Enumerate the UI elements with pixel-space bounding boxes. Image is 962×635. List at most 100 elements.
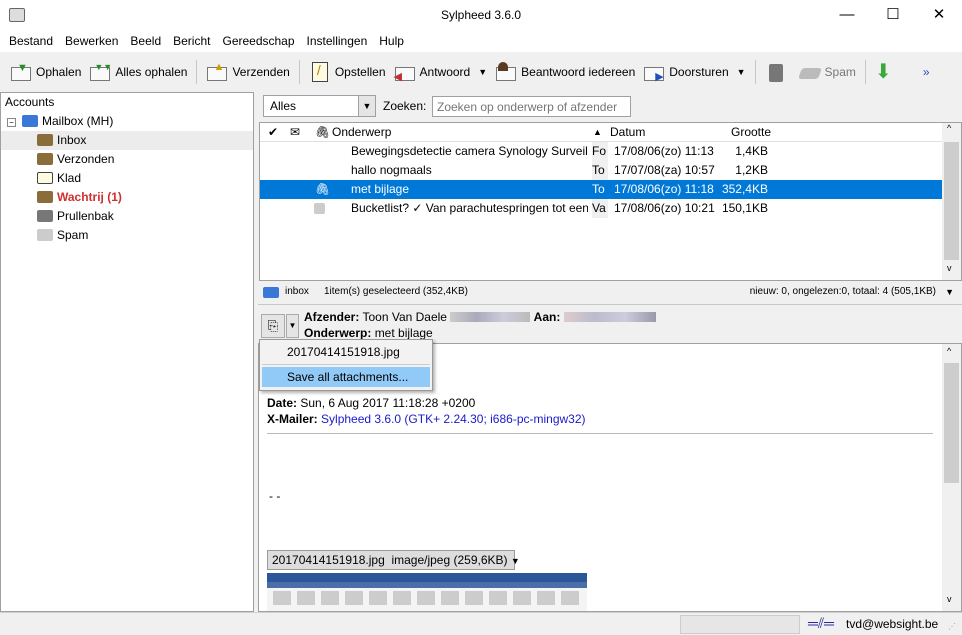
folder-status-bar: inbox 1item(s) geselecteerd (352,4KB) ni… [258, 283, 962, 301]
selection-info: 1item(s) geselecteerd (352,4KB) [324, 286, 468, 297]
chevron-down-icon: ▼ [358, 96, 375, 116]
row-date: 17/07/08(za) 10:57 [614, 163, 715, 177]
column-date[interactable]: Datum [610, 123, 645, 141]
row-size: 1,4KB [735, 144, 768, 158]
attachment-button[interactable]: ⎘ [261, 314, 285, 338]
compose-icon: / [309, 62, 331, 82]
opstellen-button[interactable]: / Opstellen [305, 57, 390, 87]
table-row[interactable]: Bewegingsdetectie camera Synology Survei… [260, 142, 942, 161]
attachment-column-icon[interactable]: 🖇 [315, 123, 330, 141]
spam-button[interactable]: Spam [795, 57, 860, 87]
row-subject: hallo nogmaals [351, 163, 432, 177]
scroll-down-icon[interactable]: v [947, 263, 952, 273]
alles-ophalen-label: Alles ophalen [115, 65, 188, 79]
doorsturen-dropdown-icon[interactable]: ▼ [737, 67, 746, 77]
body-scrollbar[interactable]: ^ v [942, 344, 961, 611]
folder-verzonden[interactable]: Verzonden [1, 150, 253, 169]
toolbar-separator [196, 60, 198, 84]
table-row[interactable]: 🖇 met bijlage To 17/08/06(zo) 11:18 352,4KB [260, 180, 942, 199]
folder-prullenbak[interactable]: Prullenbak [1, 207, 253, 226]
antwoord-button[interactable]: ◀ Antwoord ▼ [390, 57, 492, 87]
message-header-area: ⎘ ▼ Afzender: Toon Van Daele Aan: Onderw… [258, 304, 962, 342]
from-value: Toon Van Daele [362, 310, 447, 324]
account-label[interactable]: tvd@websight.be [846, 617, 938, 631]
folder-label: Wachtrij (1) [57, 190, 122, 204]
message-counts: nieuw: 0, ongelezen:0, totaal: 4 (505,1K… [749, 286, 936, 297]
row-date: 17/08/06(zo) 11:13 [614, 144, 714, 158]
menu-beeld[interactable]: Beeld [124, 32, 167, 52]
minimize-button[interactable]: — [824, 0, 870, 32]
delete-button[interactable] [761, 57, 795, 87]
attachment-dropdown-button[interactable]: ▼ [286, 314, 299, 338]
folder-spam[interactable]: Spam [1, 226, 253, 245]
folder-label: Inbox [57, 133, 87, 147]
table-row[interactable]: hallo nogmaals To 17/07/08(za) 10:57 1,2KB [260, 161, 942, 180]
toolbar-separator [754, 60, 756, 84]
folder-wachtrij[interactable]: Wachtrij (1) [1, 188, 253, 207]
row-date: 17/08/06(zo) 10:21 [614, 201, 715, 215]
scroll-up-icon[interactable]: ^ [947, 123, 951, 133]
save-all-attachments-item[interactable]: Save all attachments... [262, 367, 430, 387]
menu-gereedschap[interactable]: Gereedschap [216, 32, 300, 52]
attachment-menu-item[interactable]: 20170414151918.jpg [260, 340, 432, 363]
chevron-down-icon[interactable]: ▼ [945, 283, 954, 301]
attachment-image-preview[interactable] [267, 573, 587, 611]
resize-grip-icon[interactable]: ⋰ [948, 622, 956, 631]
to-label: Aan: [533, 310, 561, 324]
status-column-icon[interactable]: ✉ [290, 123, 300, 141]
header-divider [267, 433, 933, 434]
queue-icon [37, 191, 53, 203]
folder-klad[interactable]: Klad [1, 169, 253, 188]
ophalen-button[interactable]: ▼ Ophalen [6, 57, 85, 87]
list-header: ✔ ✉ 🖇 Onderwerp ▲ Datum Grootte [260, 123, 942, 142]
menu-bar: Bestand Bewerken Beeld Bericht Gereedsch… [0, 32, 962, 52]
menu-bewerken[interactable]: Bewerken [59, 32, 124, 52]
outbox-icon [37, 153, 53, 165]
mailbox-node[interactable]: − Mailbox (MH) [1, 112, 253, 131]
attachment-icon: 🖇 [315, 182, 331, 196]
menu-bericht[interactable]: Bericht [167, 32, 216, 52]
reply-all-icon [495, 62, 517, 82]
folder-inbox[interactable]: Inbox [1, 131, 253, 150]
menu-hulp[interactable]: Hulp [373, 32, 410, 52]
row-subject: met bijlage [351, 182, 410, 196]
doorsturen-button[interactable]: ▶ Doorsturen ▼ [639, 57, 749, 87]
maximize-button[interactable]: ☐ [870, 0, 916, 32]
collapse-icon[interactable]: − [7, 118, 16, 127]
trash-folder-icon [37, 210, 53, 222]
alles-ophalen-button[interactable]: ▼▼ Alles ophalen [85, 57, 191, 87]
toolbar-separator [864, 60, 866, 84]
attachment-menu: 20170414151918.jpg Save all attachments.… [259, 339, 433, 391]
next-unread-button[interactable]: ⬇ [871, 57, 905, 87]
receive-all-icon: ▼▼ [89, 62, 112, 82]
title-bar: Sylpheed 3.6.0 — ☐ ✕ [0, 0, 962, 32]
table-row[interactable]: Bucketlist? ✓ Van parachutespringen tot … [260, 199, 942, 218]
filter-select[interactable]: Alles ▼ [263, 95, 376, 117]
doorsturen-label: Doorsturen [669, 65, 729, 79]
spam-label: Spam [824, 65, 856, 79]
column-size[interactable]: Grootte [731, 123, 771, 141]
scroll-down-icon[interactable]: v [947, 594, 952, 604]
menu-instellingen[interactable]: Instellingen [301, 32, 374, 52]
column-subject[interactable]: Onderwerp [332, 123, 391, 141]
mark-column-icon[interactable]: ✔ [268, 123, 278, 141]
list-scrollbar[interactable]: ^ v [942, 123, 961, 280]
toolbar-overflow-button[interactable]: » [919, 57, 934, 87]
antwoord-dropdown-icon[interactable]: ▼ [478, 67, 487, 77]
xmailer-value: Sylpheed 3.6.0 (GTK+ 2.24.30; i686-pc-mi… [321, 412, 586, 426]
search-input[interactable] [432, 96, 631, 117]
row-size: 1,2KB [735, 163, 768, 177]
send-icon: ▲ [206, 61, 228, 82]
close-button[interactable]: ✕ [916, 0, 962, 32]
beantwoord-iedereen-button[interactable]: Beantwoord iedereen [491, 57, 639, 87]
online-plug-icon[interactable]: ═⫽═ [808, 615, 834, 632]
verzenden-button[interactable]: ▲ Verzenden [202, 57, 293, 87]
accounts-header: Accounts [5, 95, 55, 109]
menu-bestand[interactable]: Bestand [3, 32, 59, 52]
attachment-part-button[interactable]: 20170414151918.jpg image/jpeg (259,6KB) … [267, 550, 520, 570]
subject-label: Onderwerp: [304, 326, 372, 340]
scroll-up-icon[interactable]: ^ [947, 346, 951, 356]
row-from: To [592, 182, 605, 196]
antwoord-label: Antwoord [419, 65, 471, 79]
menu-separator [262, 364, 430, 365]
